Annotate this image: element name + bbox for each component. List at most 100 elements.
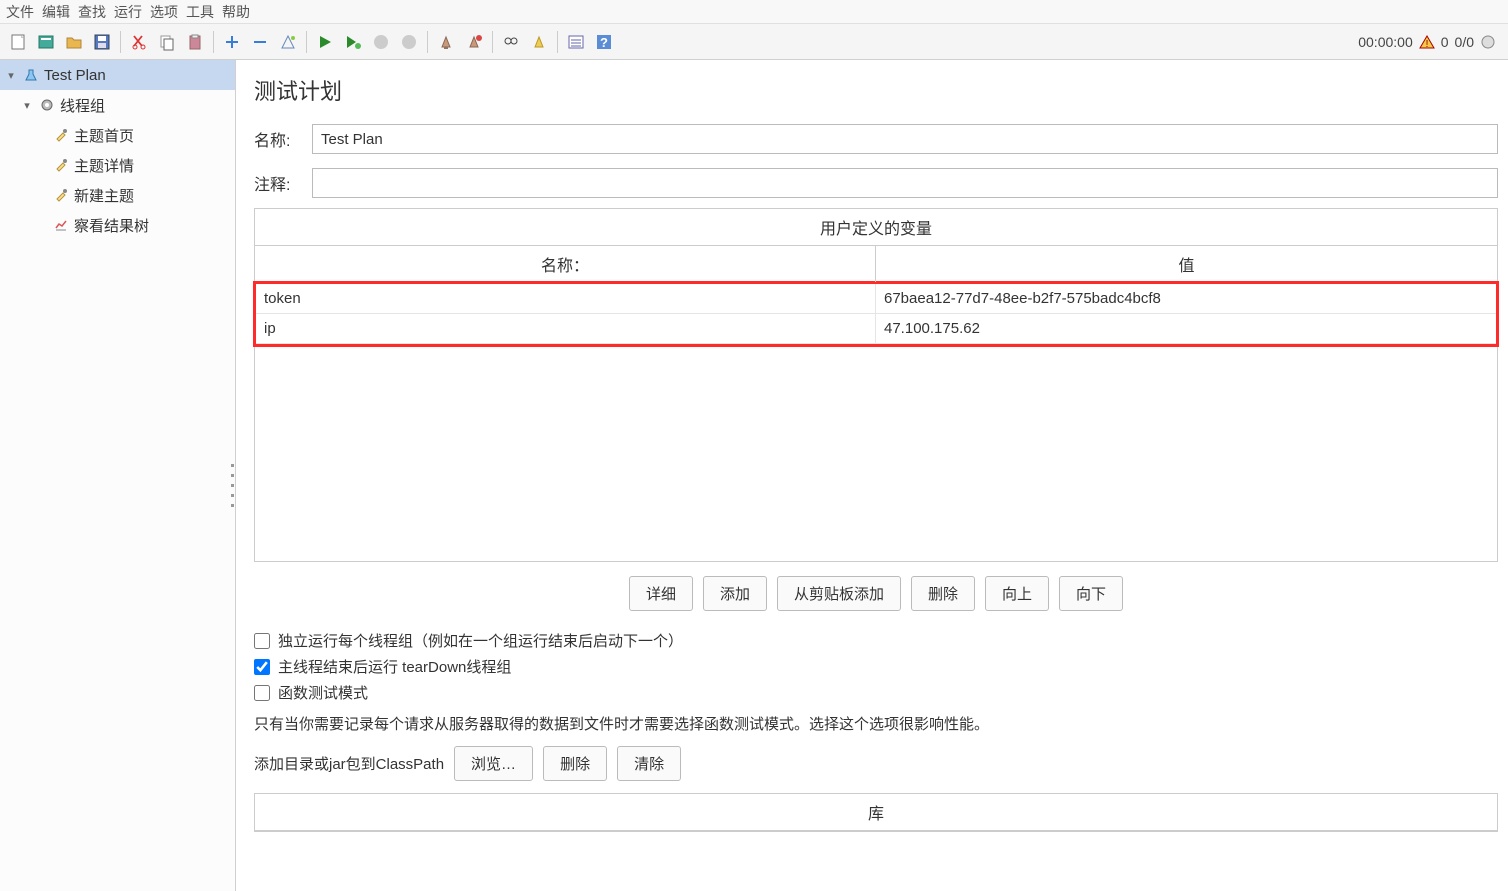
checkbox-label: 主线程结束后运行 tearDown线程组 (278, 656, 511, 677)
save-icon[interactable] (90, 30, 114, 54)
tree-toggle-icon[interactable]: ▾ (4, 69, 18, 82)
clear-all-icon[interactable] (462, 30, 486, 54)
status-progress: 0/0 (1455, 34, 1474, 50)
vars-col-value[interactable]: 值 (876, 246, 1497, 282)
menu-file[interactable]: 文件 (6, 2, 34, 21)
status-area: 00:00:00 ! 0 0/0 (1358, 34, 1504, 50)
vars-row[interactable]: token 67baea12-77d7-48ee-b2f7-575badc4bc… (256, 284, 1496, 314)
vars-section-title: 用户定义的变量 (255, 209, 1497, 246)
tree-label: 主题详情 (74, 155, 134, 176)
name-input[interactable] (312, 124, 1498, 154)
menu-options[interactable]: 选项 (150, 2, 178, 21)
tree-label: Test Plan (44, 67, 106, 84)
menu-edit[interactable]: 编辑 (42, 2, 70, 21)
open-icon[interactable] (62, 30, 86, 54)
detail-button[interactable]: 详细 (629, 576, 693, 611)
function-helper-icon[interactable] (564, 30, 588, 54)
name-label: 名称: (254, 127, 312, 151)
stop-icon[interactable] (369, 30, 393, 54)
menu-tools[interactable]: 工具 (186, 2, 214, 21)
dropper-icon (52, 126, 70, 144)
classpath-row: 添加目录或jar包到ClassPath 浏览… 删除 清除 (254, 746, 1498, 781)
menu-bar: 文件 编辑 查找 运行 选项 工具 帮助 (0, 0, 1508, 24)
comment-input[interactable] (312, 168, 1498, 198)
help-icon[interactable]: ? (592, 30, 616, 54)
tree-threadgroup[interactable]: ▾ 线程组 (0, 90, 235, 120)
copy-icon[interactable] (155, 30, 179, 54)
menu-run[interactable]: 运行 (114, 2, 142, 21)
tree-test-plan[interactable]: ▾ Test Plan (0, 60, 235, 90)
menu-search[interactable]: 查找 (78, 2, 106, 21)
classpath-label: 添加目录或jar包到ClassPath (254, 753, 444, 774)
checkbox-independent[interactable]: 独立运行每个线程组（例如在一个组运行结束后启动下一个） (254, 630, 1498, 651)
start-no-pause-icon[interactable] (341, 30, 365, 54)
toggle-icon[interactable] (276, 30, 300, 54)
library-title: 库 (255, 794, 1497, 831)
name-row: 名称: (254, 120, 1498, 158)
dropper-icon (52, 156, 70, 174)
start-icon[interactable] (313, 30, 337, 54)
comment-label: 注释: (254, 171, 312, 195)
status-warnings: 0 (1441, 34, 1449, 50)
vars-cell-name[interactable]: ip (256, 314, 876, 344)
svg-text:?: ? (600, 35, 608, 50)
dropper-icon (52, 186, 70, 204)
checkbox-input[interactable] (254, 685, 270, 701)
delete-button[interactable]: 删除 (911, 576, 975, 611)
vars-col-name[interactable]: 名称： (255, 246, 876, 282)
browse-button[interactable]: 浏览… (454, 746, 533, 781)
collapse-icon[interactable] (248, 30, 272, 54)
main-area: ▾ Test Plan ▾ 线程组 主题首页 主题详情 (0, 60, 1508, 891)
tree-panel: ▾ Test Plan ▾ 线程组 主题首页 主题详情 (0, 60, 236, 891)
panel-title: 测试计划 (254, 74, 1498, 106)
comment-row: 注释: (254, 164, 1498, 202)
paste-icon[interactable] (183, 30, 207, 54)
checkbox-input[interactable] (254, 659, 270, 675)
toolbar: ? 00:00:00 ! 0 0/0 (0, 24, 1508, 60)
menu-help[interactable]: 帮助 (222, 2, 250, 21)
checkbox-label: 函数测试模式 (278, 682, 368, 703)
checkbox-label: 独立运行每个线程组（例如在一个组运行结束后启动下一个） (278, 630, 683, 651)
classpath-clear-button[interactable]: 清除 (617, 746, 681, 781)
vars-cell-name[interactable]: token (256, 284, 876, 314)
new-file-icon[interactable] (6, 30, 30, 54)
add-from-clipboard-button[interactable]: 从剪贴板添加 (777, 576, 901, 611)
splitter-handle[interactable] (228, 460, 236, 510)
checkbox-teardown[interactable]: 主线程结束后运行 tearDown线程组 (254, 656, 1498, 677)
checkbox-input[interactable] (254, 633, 270, 649)
vars-cell-value[interactable]: 47.100.175.62 (876, 314, 1496, 344)
templates-icon[interactable] (34, 30, 58, 54)
help-text: 只有当你需要记录每个请求从服务器取得的数据到文件时才需要选择函数测试模式。选择这… (254, 713, 1498, 734)
down-button[interactable]: 向下 (1059, 576, 1123, 611)
tree-label: 线程组 (60, 95, 105, 116)
classpath-delete-button[interactable]: 删除 (543, 746, 607, 781)
chart-icon (52, 216, 70, 234)
gear-icon (38, 96, 56, 114)
flask-icon (22, 66, 40, 84)
vars-cell-value[interactable]: 67baea12-77d7-48ee-b2f7-575badc4bcf8 (876, 284, 1496, 314)
tree-sampler-home[interactable]: 主题首页 (0, 120, 235, 150)
run-indicator-icon (1480, 34, 1496, 50)
svg-text:!: ! (1425, 39, 1428, 50)
expand-icon[interactable] (220, 30, 244, 54)
tree-label: 新建主题 (74, 185, 134, 206)
up-button[interactable]: 向上 (985, 576, 1049, 611)
tree-toggle-icon[interactable]: ▾ (20, 99, 34, 112)
content-panel: 测试计划 名称: 注释: 用户定义的变量 名称： 值 token 67baea1… (236, 60, 1508, 891)
user-vars-section: 用户定义的变量 名称： 值 token 67baea12-77d7-48ee-b… (254, 208, 1498, 562)
vars-button-row: 详细 添加 从剪贴板添加 删除 向上 向下 (254, 562, 1498, 625)
clear-icon[interactable] (434, 30, 458, 54)
add-button[interactable]: 添加 (703, 576, 767, 611)
vars-body: token 67baea12-77d7-48ee-b2f7-575badc4bc… (255, 281, 1497, 561)
reset-search-icon[interactable] (527, 30, 551, 54)
vars-row[interactable]: ip 47.100.175.62 (256, 314, 1496, 344)
search-icon[interactable] (499, 30, 523, 54)
tree-sampler-detail[interactable]: 主题详情 (0, 150, 235, 180)
cut-icon[interactable] (127, 30, 151, 54)
tree-results-tree[interactable]: 察看结果树 (0, 210, 235, 240)
tree-label: 主题首页 (74, 125, 134, 146)
checkbox-funcmode[interactable]: 函数测试模式 (254, 682, 1498, 703)
library-section: 库 (254, 793, 1498, 832)
tree-sampler-new[interactable]: 新建主题 (0, 180, 235, 210)
shutdown-icon[interactable] (397, 30, 421, 54)
